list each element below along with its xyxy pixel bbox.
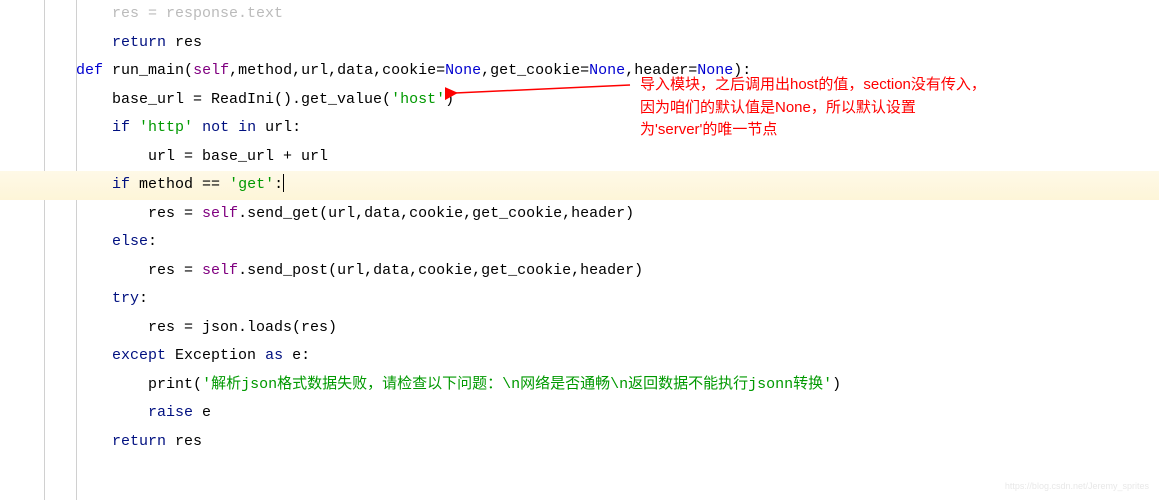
annotation-line: 导入模块，之后调用出host的值，section没有传入， [640,74,986,97]
watermark: https://blog.csdn.net/Jeremy_sprites [1005,478,1149,495]
code-line[interactable]: def run_main(self,method,url,data,cookie… [40,57,1159,86]
code-line[interactable]: res = self.send_get(url,data,cookie,get_… [40,200,1159,229]
text-cursor [283,174,284,192]
code-line[interactable]: raise e [40,399,1159,428]
code-line[interactable]: if 'http' not in url: [40,114,1159,143]
annotation-comment: 导入模块，之后调用出host的值，section没有传入， 因为咱们的默认值是N… [640,74,986,142]
code-line[interactable]: return res [40,428,1159,457]
code-line[interactable]: try: [40,285,1159,314]
code-line[interactable]: except Exception as e: [40,342,1159,371]
code-line[interactable]: res = response.text [40,0,1159,29]
annotation-line: 因为咱们的默认值是None，所以默认设置 [640,97,986,120]
annotation-line: 为'server'的唯一节点 [640,119,986,142]
code-line[interactable]: print('解析json格式数据失败，请检查以下问题：\n网络是否通畅\n返回… [40,371,1159,400]
code-line[interactable]: res = self.send_post(url,data,cookie,get… [40,257,1159,286]
code-line-highlighted[interactable]: if method == 'get': [0,171,1159,200]
code-editor[interactable]: res = response.text return res def run_m… [0,0,1159,456]
code-line[interactable]: res = json.loads(res) [40,314,1159,343]
code-line[interactable]: return res [40,29,1159,58]
code-line[interactable]: else: [40,228,1159,257]
code-line[interactable]: base_url = ReadIni().get_value('host') [40,86,1159,115]
code-line[interactable]: url = base_url + url [40,143,1159,172]
